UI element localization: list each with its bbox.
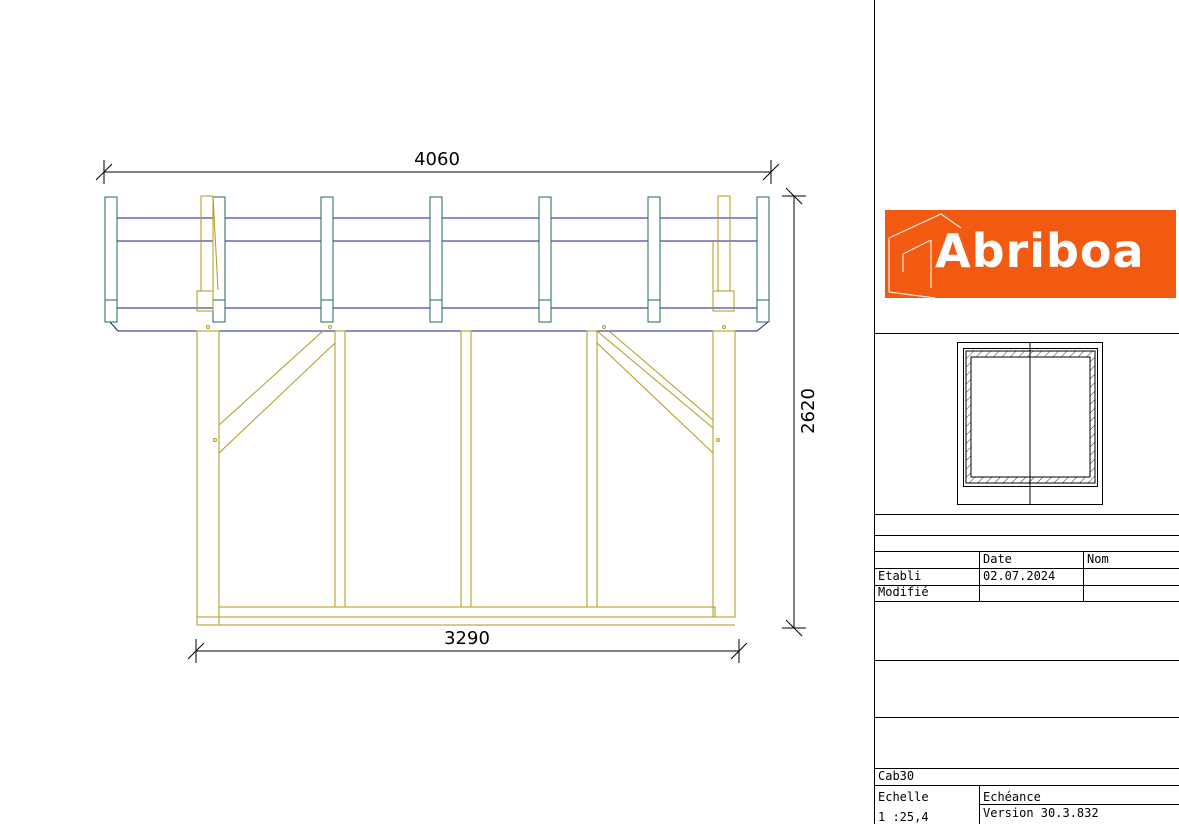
name-header: Nom [1087,552,1109,566]
date-header: Date [983,552,1012,566]
etabli-date: 02.07.2024 [983,569,1056,583]
echeance-label: Echéance [983,790,1041,804]
title-block: Abriboa Date Nom Etabli 02.07.2024 Modif… [874,0,1179,824]
roof-rafters [104,196,770,323]
logo-text: Abriboa [935,224,1145,278]
elevation-drawing: 4060 2620 3290 [95,149,819,663]
bottom-dimension-label: 3290 [444,628,490,649]
height-dimension-label: 2620 [798,388,819,434]
wall-frame [196,330,736,626]
pegs [206,325,726,442]
top-dimension-label: 4060 [414,149,460,170]
section-view [957,342,1103,505]
project-name: Cab30 [878,769,915,783]
echelle-value: 1 :25,4 [878,810,929,824]
modifie-label: Modifié [878,585,929,599]
echelle-label: Echelle [878,790,929,804]
version-text: Version 30.3.832 [983,806,1099,820]
abriboa-logo: Abriboa [885,210,1176,298]
etabli-label: Etabli [878,569,922,583]
